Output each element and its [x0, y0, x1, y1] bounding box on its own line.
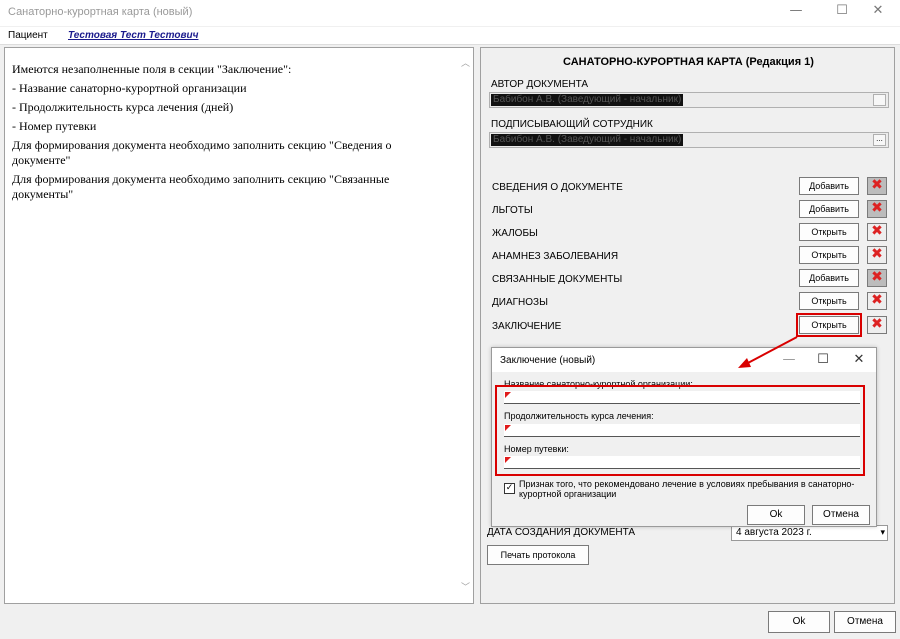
arrow-shaft [745, 336, 798, 365]
arrow-head [738, 358, 751, 368]
annotation-arrow [738, 336, 798, 368]
ok-button[interactable]: Ok [768, 611, 830, 633]
cancel-button[interactable]: Отмена [834, 611, 896, 633]
main-window: Санаторно-курортная карта (новый) — ☐ ✕ … [0, 0, 900, 639]
